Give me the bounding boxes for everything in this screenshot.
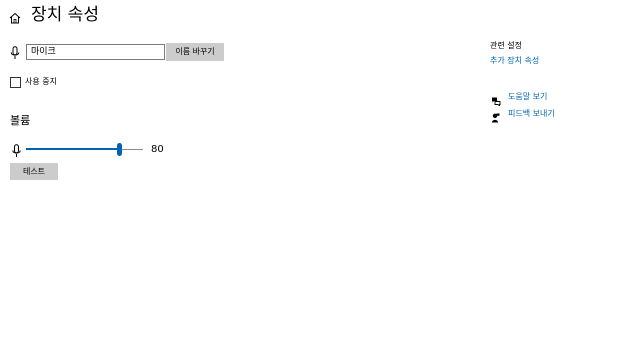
additional-device-properties-link[interactable]: 추가 장치 속성 (490, 55, 539, 66)
home-icon[interactable] (9, 9, 21, 24)
feedback-icon[interactable] (491, 108, 500, 123)
slider-thumb[interactable] (117, 143, 122, 156)
disable-checkbox-label: 사용 중지 (25, 77, 57, 86)
page-title: 장치 속성 (31, 5, 99, 25)
microphone-icon (12, 143, 21, 157)
device-name-input[interactable] (26, 44, 165, 60)
slider-track-fill (26, 148, 120, 150)
volume-value: 80 (151, 144, 164, 155)
related-settings-heading: 관련 설정 (490, 41, 522, 50)
get-help-link[interactable]: 도움말 보기 (508, 91, 547, 102)
help-chat-icon[interactable] (491, 91, 501, 107)
rename-button[interactable]: 이름 바꾸기 (166, 43, 224, 61)
send-feedback-link[interactable]: 피드백 보내기 (508, 108, 555, 119)
volume-heading: 볼륨 (10, 114, 31, 127)
volume-slider[interactable] (26, 142, 143, 158)
microphone-icon (10, 45, 20, 59)
test-button[interactable]: 테스트 (10, 163, 58, 180)
disable-checkbox[interactable] (10, 77, 21, 88)
